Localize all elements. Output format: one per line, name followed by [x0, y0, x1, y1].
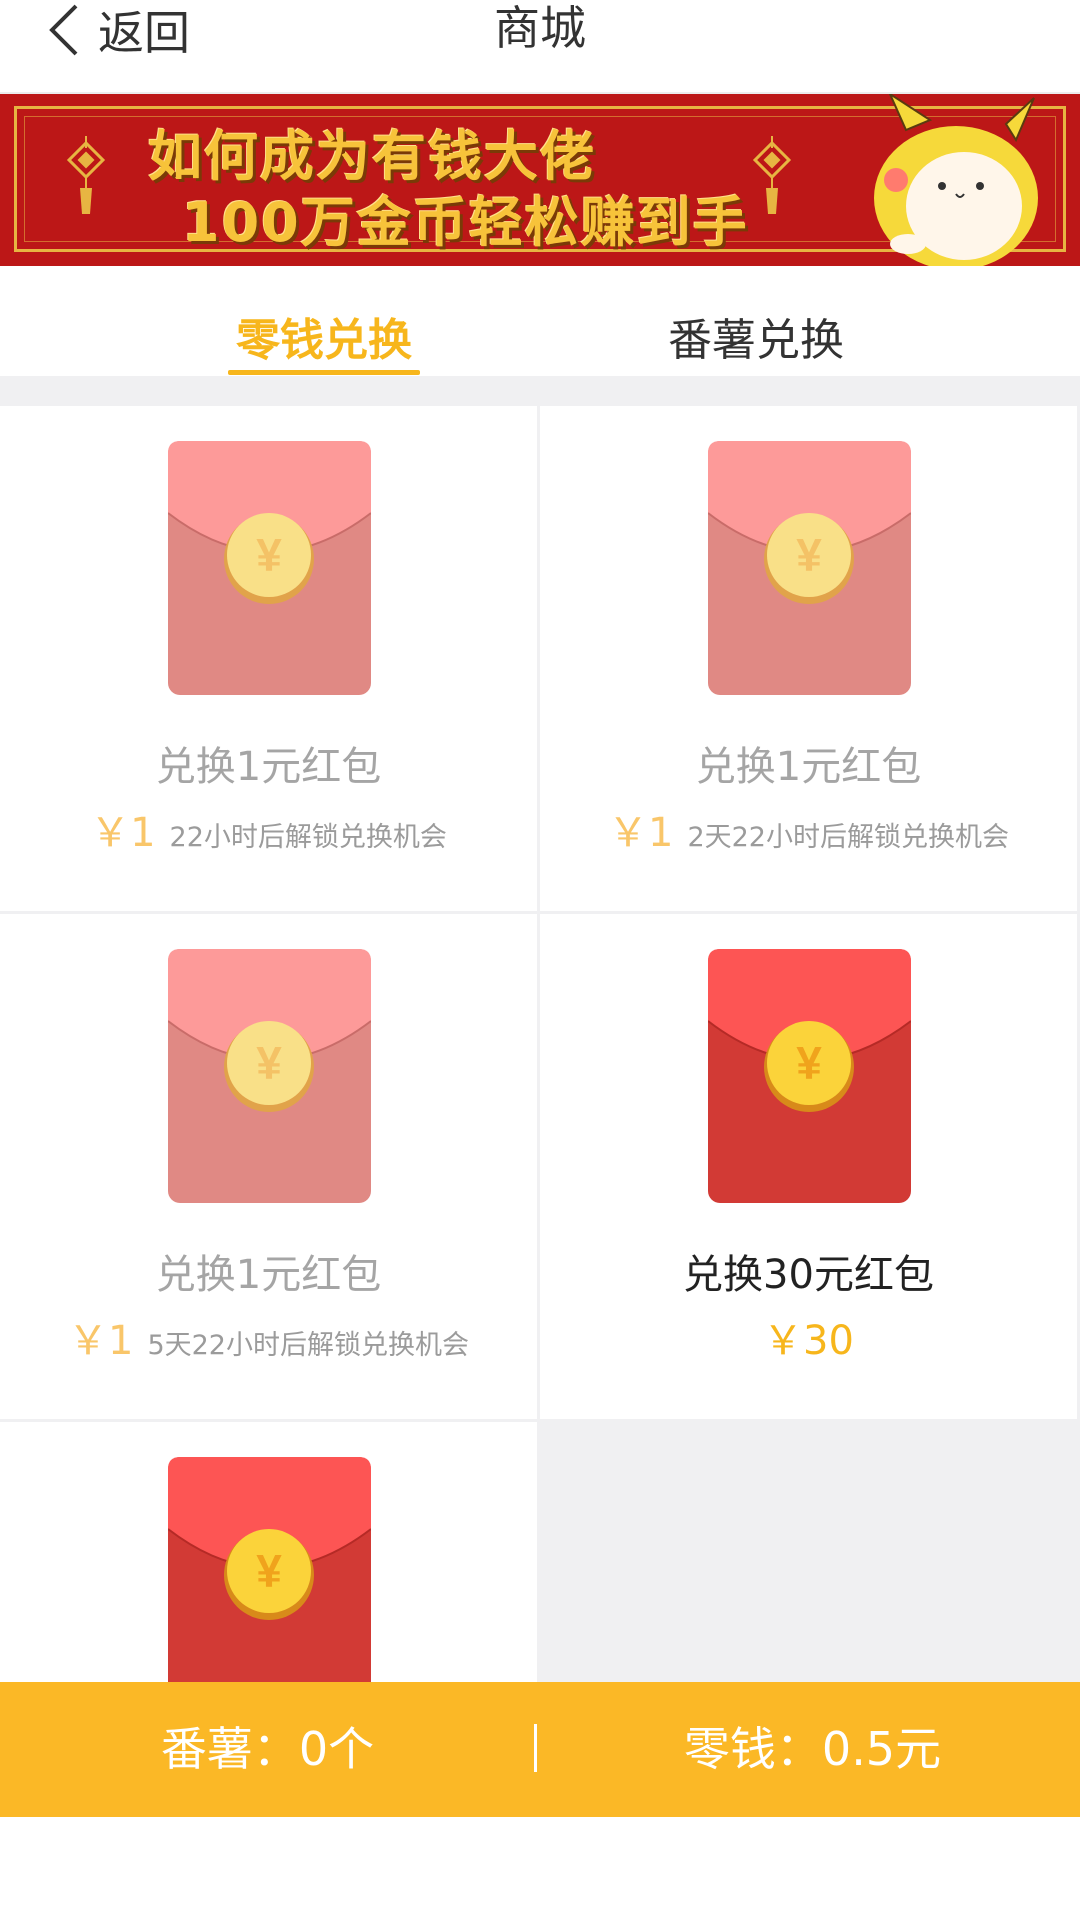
tab-change-exchange[interactable]: 零钱兑换	[228, 304, 420, 368]
change-balance: 零钱：0.5元	[683, 1722, 942, 1776]
chinese-knot-icon	[66, 136, 106, 214]
banner-subheadline: 100万金币轻松赚到手	[182, 191, 749, 254]
product-card[interactable]: ¥ 兑换1元红包 ￥1 22小时后解锁兑换机会	[0, 406, 537, 911]
balance-footer: 番薯：0个 零钱：0.5元	[0, 1682, 1080, 1817]
product-grid: ¥ 兑换1元红包 ￥1 22小时后解锁兑换机会 ¥ 兑换1元红包 ￥1 2天22小时…	[0, 406, 1080, 1927]
svg-text:¥: ¥	[796, 529, 822, 581]
product-card[interactable]: ¥ 兑换1元红包 ￥1 2天22小时后解锁兑换机会	[540, 406, 1077, 911]
red-envelope-icon: ¥	[708, 441, 911, 695]
red-envelope-icon: ¥	[168, 441, 371, 695]
unlock-countdown: 2天22小时后解锁兑换机会	[687, 822, 1009, 853]
section-gap	[0, 376, 1080, 406]
svg-text:¥: ¥	[256, 529, 282, 581]
unlock-countdown: 5天22小时后解锁兑换机会	[147, 1330, 469, 1361]
unlock-countdown: 22小时后解锁兑换机会	[169, 822, 447, 853]
product-price: ￥1	[608, 810, 674, 856]
price-row: ￥1 2天22小时后解锁兑换机会	[540, 800, 1077, 858]
svg-text:¥: ¥	[256, 1545, 282, 1597]
product-title: 兑换1元红包	[695, 744, 922, 790]
price-row: ￥1 5天22小时后解锁兑换机会	[0, 1308, 537, 1366]
product-title: 兑换30元红包	[683, 1252, 934, 1298]
chinese-knot-icon	[752, 136, 792, 214]
product-price: ￥1	[68, 1318, 134, 1364]
product-price: ￥1	[90, 810, 156, 856]
page-title: 商城	[494, 1, 586, 55]
mascot-illustration	[874, 94, 1038, 266]
price-row: ￥1 22小时后解锁兑换机会	[0, 800, 537, 858]
product-card[interactable]: ¥ 兑换30元红包 ￥30	[540, 914, 1077, 1419]
promo-banner[interactable]: 如何成为有钱大佬 100万金币轻松赚到手	[0, 94, 1080, 266]
product-title: 兑换1元红包	[155, 1252, 382, 1298]
red-envelope-icon: ¥	[708, 949, 911, 1203]
red-envelope-icon: ¥	[168, 1457, 371, 1711]
product-card[interactable]: ¥	[0, 1422, 537, 1927]
tab-fanshu-exchange[interactable]: 番薯兑换	[660, 304, 852, 368]
fanshu-balance: 番薯：0个	[160, 1722, 375, 1776]
product-card[interactable]: ¥ 兑换1元红包 ￥1 5天22小时后解锁兑换机会	[0, 914, 537, 1419]
product-title: 兑换1元红包	[155, 744, 382, 790]
top-bar: 返回 商城	[0, 0, 1080, 94]
price-row: ￥30	[540, 1308, 1077, 1366]
active-tab-indicator	[228, 370, 420, 375]
red-envelope-icon: ¥	[168, 949, 371, 1203]
product-price: ￥30	[763, 1318, 854, 1364]
footer-divider	[534, 1724, 537, 1772]
svg-text:¥: ¥	[796, 1037, 822, 1089]
tab-bar: 零钱兑换 番薯兑换	[0, 266, 1080, 376]
svg-text:¥: ¥	[256, 1037, 282, 1089]
